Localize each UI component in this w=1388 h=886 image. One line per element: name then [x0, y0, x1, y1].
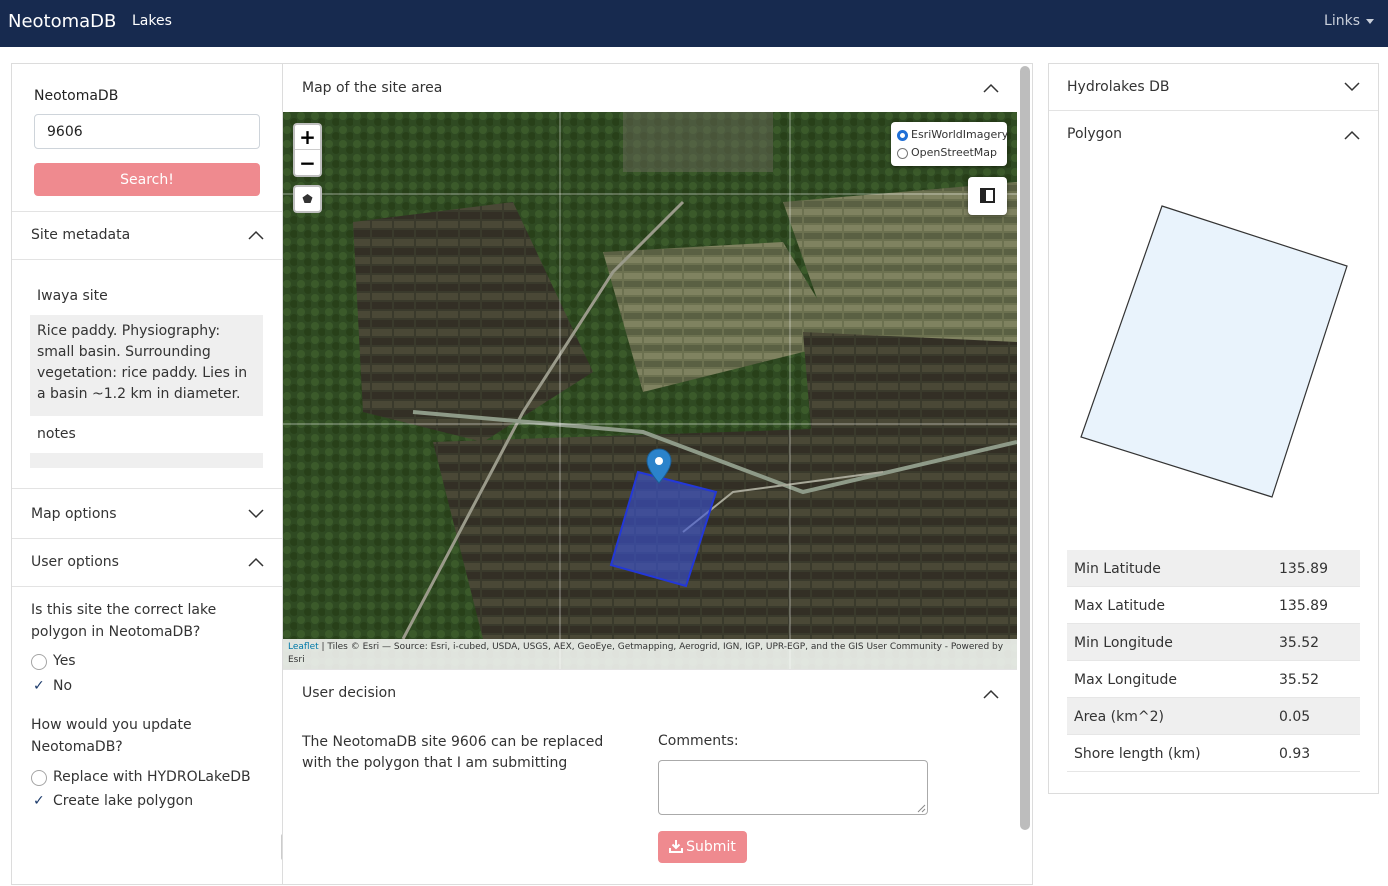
user-options-title: User options [31, 554, 119, 570]
hydrolakes-title: Hydrolakes DB [1067, 79, 1170, 95]
user-decision-title: User decision [302, 685, 397, 701]
radio-yes[interactable] [31, 654, 47, 670]
user-options-header[interactable]: User options [12, 539, 282, 587]
divider [12, 488, 282, 489]
right-panel: Hydrolakes DB Polygon Min Latitude 135.89… [1048, 63, 1379, 794]
zoom-in-button[interactable]: + [295, 125, 320, 150]
pentagon-icon [302, 194, 313, 203]
main-panel: Map of the site area + − EsriWorldImager… [282, 63, 1033, 885]
attribution-text: | Tiles © Esri — Source: Esri, i-cubed, … [288, 642, 1004, 665]
map-attribution: Leaflet | Tiles © Esri — Source: Esri, i… [283, 639, 1017, 669]
table-row: Shore length (km) 0.93 [1067, 735, 1360, 772]
polygon-title: Polygon [1067, 126, 1123, 142]
table-row: Min Longitude 35.52 [1067, 624, 1360, 661]
decision-text: The NeotomaDB site 9606 can be replaced … [302, 734, 604, 771]
site-description: Rice paddy. Physiography: small basin. S… [30, 315, 263, 416]
row-label: Min Latitude [1074, 561, 1161, 577]
draw-polygon-button[interactable] [293, 185, 322, 213]
site-name: Iwaya site [37, 288, 108, 304]
row-value: 35.52 [1279, 672, 1320, 688]
sidebar: NeotomaDB Search! Site metadata Iwaya si… [11, 63, 282, 885]
row-value: 135.89 [1279, 561, 1328, 577]
nav-link-lakes[interactable]: Lakes [132, 13, 172, 29]
brand-logo[interactable]: NeotomaDB [8, 11, 116, 32]
checkmark-icon: ✓ [33, 793, 45, 809]
option-create-label: Create lake polygon [53, 793, 194, 809]
row-label: Shore length (km) [1074, 746, 1201, 762]
chevron-up-icon [1344, 130, 1360, 140]
option-replace-label: Replace with HYDROLakeDB [53, 769, 251, 785]
table-row: Max Latitude 135.89 [1067, 587, 1360, 624]
map-options-header[interactable]: Map options [12, 491, 282, 539]
polygon-header[interactable]: Polygon [1049, 111, 1378, 158]
chevron-down-icon [248, 509, 264, 519]
site-metadata-header[interactable]: Site metadata [12, 212, 282, 260]
zoom-control: + − [293, 123, 322, 177]
notes-value [30, 453, 263, 468]
question-correct-polygon: Is this site the correct lake polygon in… [31, 602, 217, 640]
search-button[interactable]: Search! [34, 163, 260, 196]
row-value: 0.05 [1279, 709, 1311, 725]
polygon-preview [1080, 205, 1348, 498]
submit-button[interactable]: Submit [658, 831, 747, 863]
row-value: 135.89 [1279, 598, 1328, 614]
site-metadata-title: Site metadata [31, 227, 131, 243]
radio-replace[interactable] [31, 770, 47, 786]
chevron-down-icon [1344, 82, 1360, 92]
satellite-map[interactable]: + − EsriWorldImagery OpenStreetMap Leafl… [283, 112, 1017, 669]
comments-label: Comments: [658, 733, 739, 749]
row-label: Max Longitude [1074, 672, 1178, 688]
search-label: NeotomaDB [34, 88, 119, 104]
row-value: 35.52 [1279, 635, 1320, 651]
lake-polygon-overlay[interactable] [283, 112, 1017, 669]
chevron-up-icon [248, 230, 264, 240]
download-icon [669, 840, 684, 853]
scrollbar[interactable] [1020, 66, 1030, 830]
fullscreen-icon [980, 188, 995, 203]
leaflet-link[interactable]: Leaflet [288, 642, 319, 652]
chevron-up-icon [983, 689, 999, 699]
search-area: NeotomaDB Search! [12, 64, 282, 212]
layer-radio-esri[interactable] [897, 130, 908, 141]
row-label: Min Longitude [1074, 635, 1173, 651]
notes-label: notes [37, 426, 76, 442]
fullscreen-button[interactable] [968, 177, 1007, 215]
site-id-input[interactable] [34, 114, 260, 149]
layer-label-osm: OpenStreetMap [911, 146, 998, 159]
map-panel-header[interactable]: Map of the site area [283, 64, 1017, 112]
table-row: Min Latitude 135.89 [1067, 550, 1360, 587]
caret-down-icon [1366, 18, 1374, 24]
chevron-up-icon [983, 83, 999, 93]
hydrolakes-header[interactable]: Hydrolakes DB [1049, 64, 1378, 111]
polygon-stats-table: Min Latitude 135.89 Max Latitude 135.89 Mi… [1067, 550, 1360, 772]
submit-label: Submit [686, 839, 736, 855]
resize-handle-icon[interactable] [916, 803, 926, 813]
option-yes-label: Yes [53, 653, 76, 669]
row-label: Area (km^2) [1074, 709, 1164, 725]
option-no-label: No [53, 678, 73, 694]
comments-textarea[interactable] [658, 760, 928, 815]
layer-switcher: EsriWorldImagery OpenStreetMap [891, 122, 1009, 166]
zoom-out-button[interactable]: − [295, 151, 320, 176]
user-decision-header[interactable]: User decision [283, 669, 1017, 717]
table-row: Max Longitude 35.52 [1067, 661, 1360, 698]
chevron-up-icon [248, 557, 264, 567]
navbar: NeotomaDB Lakes Links [0, 0, 1388, 47]
map-panel-title: Map of the site area [302, 80, 443, 96]
layer-label-esri: EsriWorldImagery [911, 128, 1009, 141]
question-update: How would you update NeotomaDB? [31, 717, 192, 755]
links-dropdown-label: Links [1324, 13, 1360, 29]
row-value: 0.93 [1279, 746, 1311, 762]
layer-radio-osm[interactable] [897, 148, 908, 159]
links-dropdown[interactable]: Links [1324, 13, 1374, 29]
row-label: Max Latitude [1074, 598, 1166, 614]
table-row: Area (km^2) 0.05 [1067, 698, 1360, 735]
map-options-title: Map options [31, 506, 117, 522]
checkmark-icon: ✓ [33, 678, 45, 694]
map-marker-icon[interactable] [646, 448, 672, 484]
